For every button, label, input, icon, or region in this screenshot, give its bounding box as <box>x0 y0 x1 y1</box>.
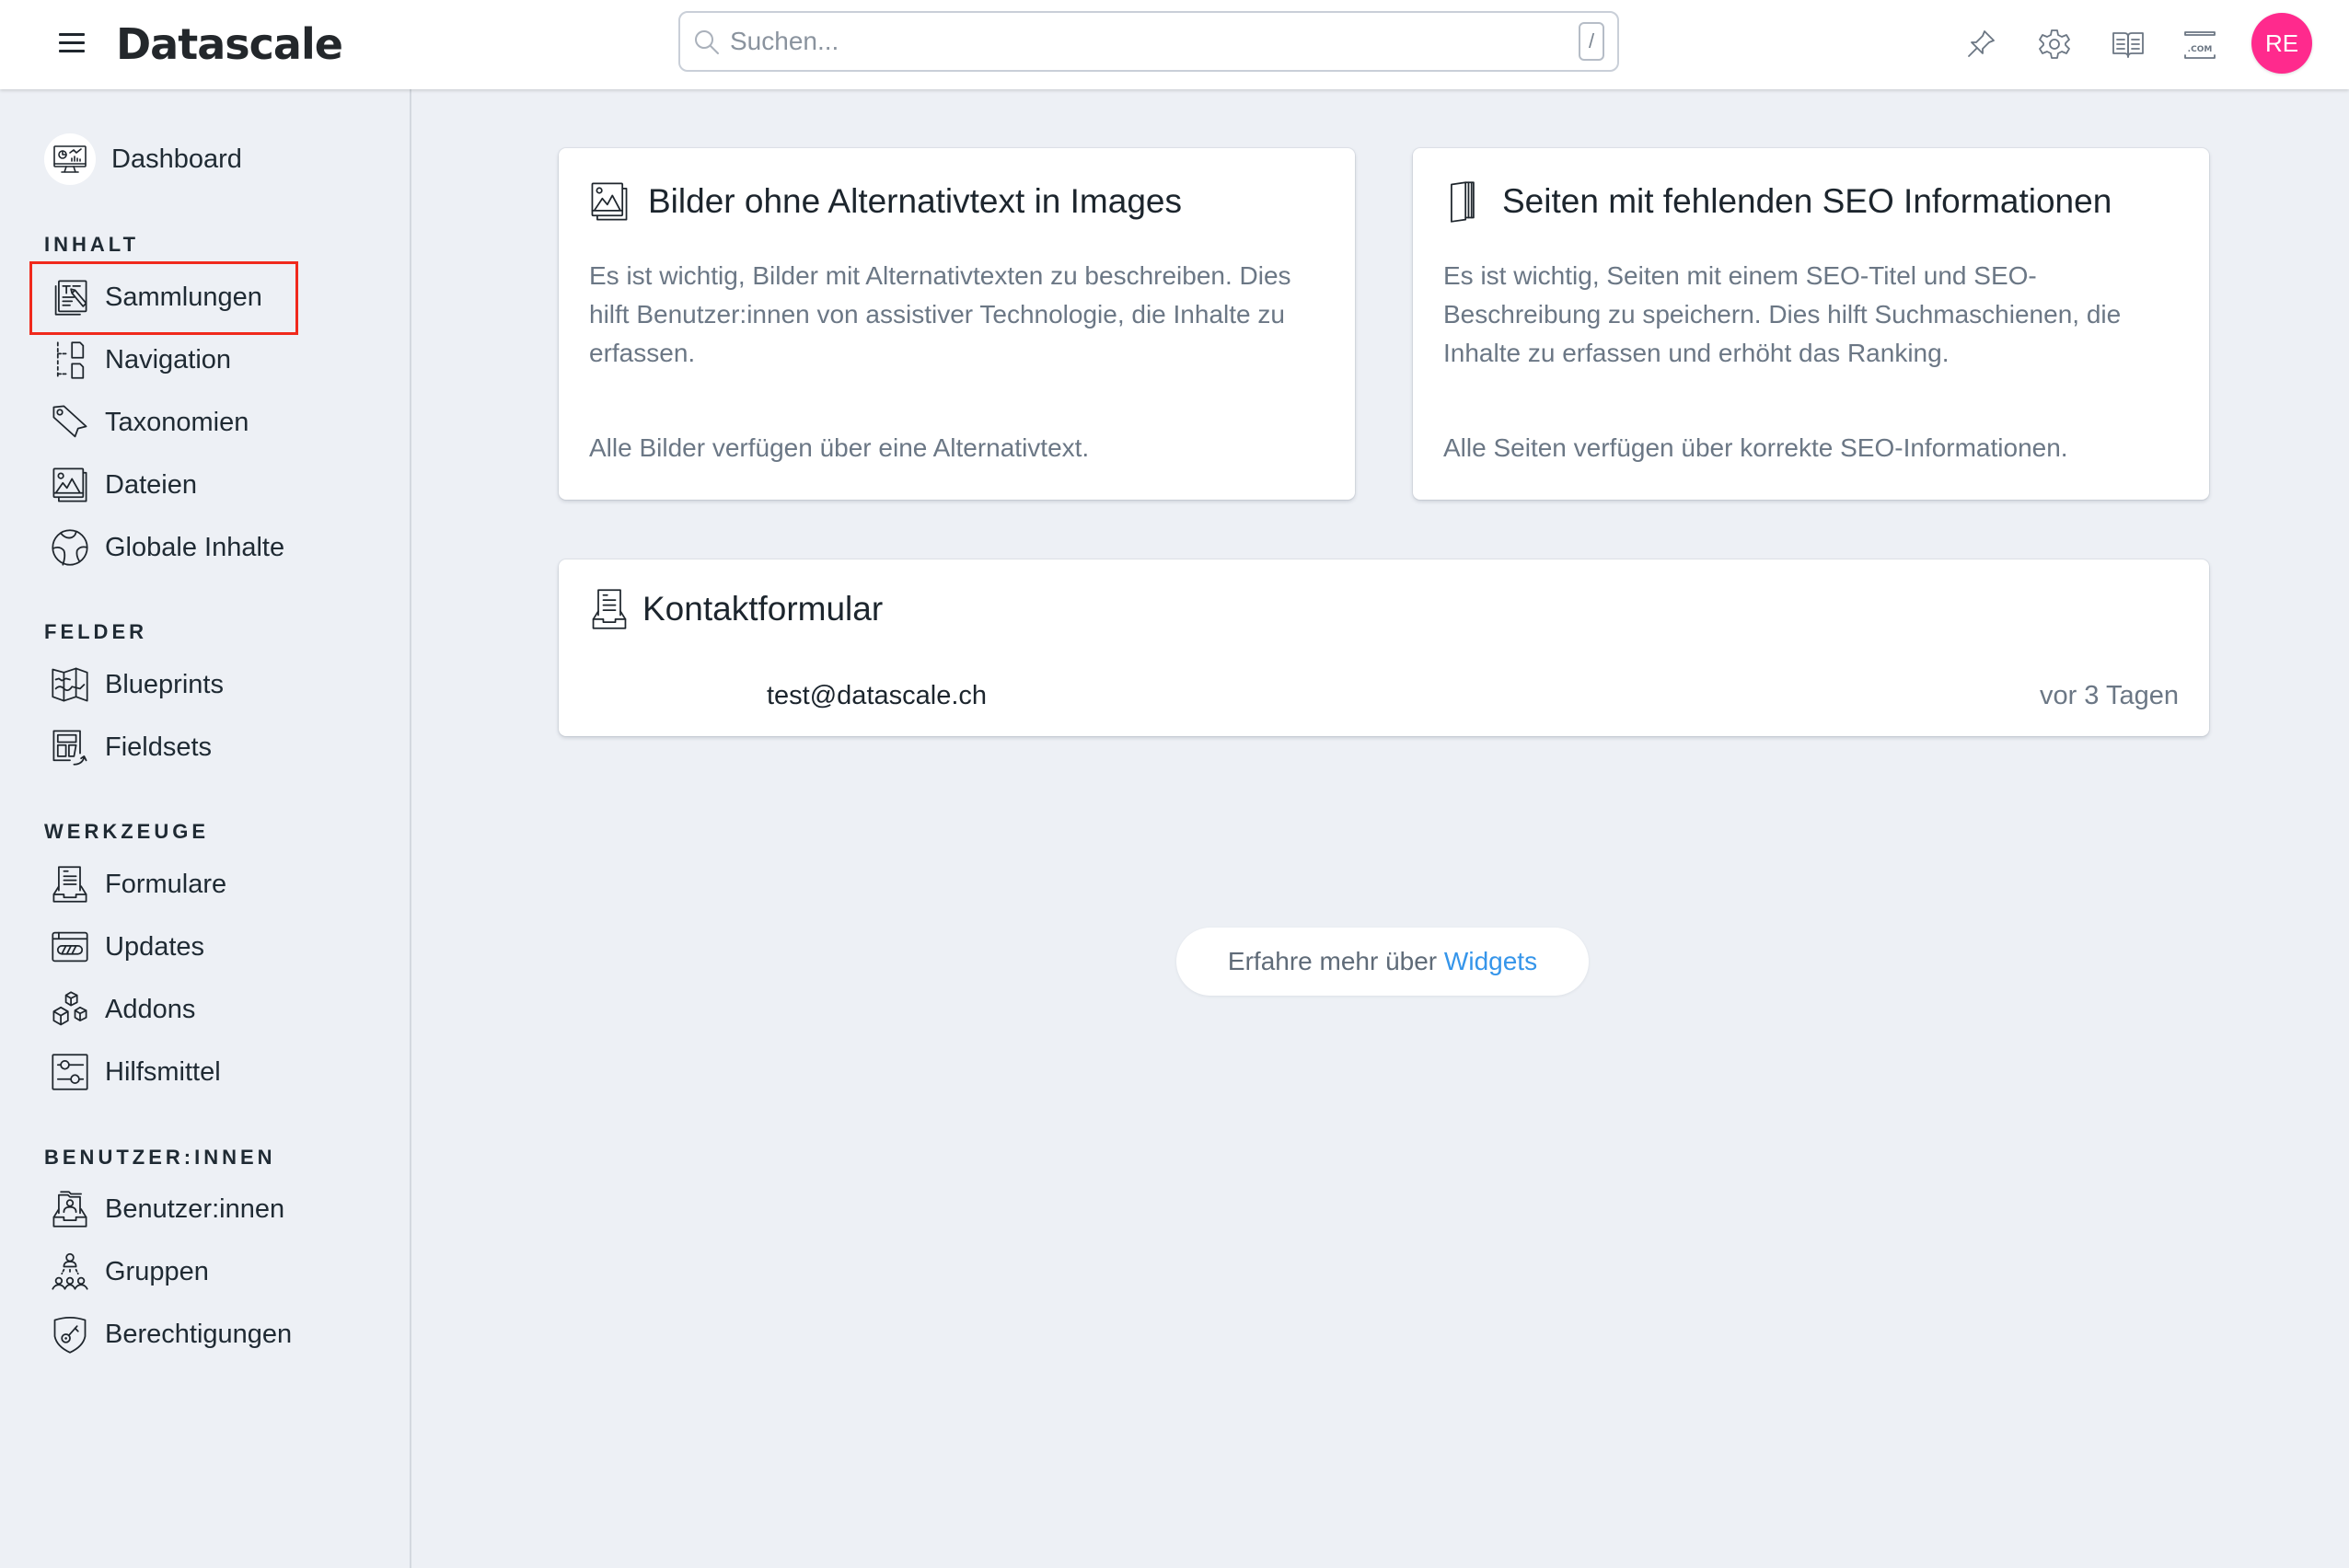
sidebar-item-addons[interactable]: Addons <box>44 982 348 1037</box>
widget-description: Es ist wichtig, Seiten mit einem SEO-Tit… <box>1443 261 2122 367</box>
map-icon <box>52 667 88 702</box>
updates-icon <box>52 931 88 963</box>
global-search[interactable]: / <box>678 11 1619 72</box>
tag-icon <box>52 405 87 438</box>
sidebar-item-label: Globale Inhalte <box>105 532 285 562</box>
sidebar-item-dashboard[interactable]: Dashboard <box>44 132 348 187</box>
sidebar-item-gruppen[interactable]: Gruppen <box>44 1244 348 1299</box>
hamburger-icon-line <box>59 33 85 36</box>
search-icon <box>695 30 719 54</box>
sidebar-item-dateien[interactable]: Dateien <box>44 457 348 513</box>
globe-icon <box>52 529 88 566</box>
sidebar-item-label: Addons <box>105 994 196 1024</box>
image-icon <box>591 182 628 221</box>
widget-description: Es ist wichtig, Bilder mit Alternativtex… <box>589 261 1291 367</box>
sidebar-item-label: Dashboard <box>111 144 242 174</box>
sidebar-section-werkzeuge: WERKZEUGE <box>44 820 209 843</box>
sidebar-item-sammlungen[interactable]: Sammlungen <box>44 270 348 325</box>
menu-toggle-button[interactable] <box>59 31 87 53</box>
pages-icon <box>1451 181 1475 223</box>
sidebar-item-updates[interactable]: Updates <box>44 919 348 974</box>
sidebar-item-navigation[interactable]: Navigation <box>44 332 348 387</box>
image-icon <box>52 467 87 502</box>
boxes-icon <box>52 991 87 1026</box>
sidebar-item-label: Formulare <box>105 869 227 899</box>
widget-card-contact-form: Kontaktformular test@datascale.ch vor 3 … <box>559 559 2209 736</box>
widget-header: Kontaktformular <box>589 587 883 631</box>
sidebar-item-label: Benutzer:innen <box>105 1193 285 1224</box>
search-input[interactable] <box>730 20 1540 63</box>
widget-title: Kontaktformular <box>642 590 884 628</box>
domain-icon[interactable]: .COM <box>2181 26 2218 63</box>
hamburger-icon-line <box>59 50 85 52</box>
form-inbox-icon <box>592 589 627 629</box>
sidebar-item-berechtigungen[interactable]: Berechtigungen <box>44 1307 348 1362</box>
submission-email[interactable]: test@datascale.ch <box>767 681 987 711</box>
sidebar-section-benutzer: BENUTZER:INNEN <box>44 1146 276 1169</box>
sidebar-item-formulare[interactable]: Formulare <box>44 857 348 912</box>
sidebar-item-blueprints[interactable]: Blueprints <box>44 657 348 712</box>
learn-more-widgets: Erfahre mehr über Widgets <box>1176 928 1589 996</box>
sidebar-item-benutzer[interactable]: Benutzer:innen <box>44 1182 348 1237</box>
group-icon <box>52 1252 88 1290</box>
widget-card-alt-text: Bilder ohne Alternativtext in Images Es … <box>559 148 1355 500</box>
svg-text:.COM: .COM <box>2188 45 2213 54</box>
widget-title: Bilder ohne Alternativtext in Images <box>648 182 1182 220</box>
navigation-icon <box>56 341 85 379</box>
widget-header: Seiten mit fehlenden SEO Informationen <box>1443 179 2112 224</box>
widget-status: Alle Bilder verfügen über eine Alternati… <box>589 433 1090 462</box>
sidebar-item-label: Hilfsmittel <box>105 1056 221 1087</box>
sidebar-item-label: Gruppen <box>105 1256 209 1286</box>
sidebar-item-label: Taxonomien <box>105 407 249 437</box>
sidebar-item-globale-inhalte[interactable]: Globale Inhalte <box>44 520 348 575</box>
user-avatar[interactable]: RE <box>2251 13 2312 74</box>
book-icon[interactable] <box>2110 26 2146 63</box>
sidebar-item-hilfsmittel[interactable]: Hilfsmittel <box>44 1044 348 1100</box>
widget-header: Bilder ohne Alternativtext in Images <box>589 179 1182 224</box>
widget-status: Alle Seiten verfügen über korrekte SEO-I… <box>1443 433 2068 462</box>
sidebar-item-label: Navigation <box>105 344 232 375</box>
learn-more-prefix: Erfahre mehr über <box>1227 947 1444 975</box>
dashboard-icon-badge <box>44 133 96 185</box>
sidebar-item-label: Berechtigungen <box>105 1319 293 1349</box>
widget-title: Seiten mit fehlenden SEO Informationen <box>1502 182 2112 220</box>
sidebar-section-inhalt: INHALT <box>44 233 140 256</box>
sidebar-item-label: Dateien <box>105 469 197 500</box>
collections-icon <box>54 280 87 316</box>
sidebar-item-label: Blueprints <box>105 669 224 699</box>
fieldset-icon <box>52 730 87 766</box>
sidebar-section-felder: FELDER <box>44 620 147 643</box>
hamburger-icon-line <box>59 41 85 44</box>
form-submission-row[interactable]: test@datascale.ch vor 3 Tagen <box>559 681 2209 721</box>
gear-icon[interactable] <box>2036 26 2073 63</box>
pin-icon[interactable] <box>1962 26 1999 63</box>
app-logo[interactable]: Datascale <box>116 18 343 70</box>
sidebar-item-taxonomien[interactable]: Taxonomien <box>44 395 348 450</box>
top-header: Datascale / .COM RE <box>0 0 2349 89</box>
sidebar-item-label: Sammlungen <box>105 282 262 312</box>
sidebar-item-fieldsets[interactable]: Fieldsets <box>44 720 348 775</box>
search-shortcut-hint: / <box>1579 22 1604 61</box>
sidebar-item-label: Updates <box>105 931 205 962</box>
sliders-icon <box>52 1054 88 1090</box>
form-inbox-icon <box>52 866 87 903</box>
widget-card-seo: Seiten mit fehlenden SEO Informationen E… <box>1413 148 2209 500</box>
user-inbox-icon <box>52 1191 87 1228</box>
widgets-docs-link[interactable]: Widgets <box>1444 947 1537 975</box>
submission-time: vor 3 Tagen <box>2039 681 2179 710</box>
sidebar-item-label: Fieldsets <box>105 732 213 762</box>
dashboard-monitor-icon <box>53 145 87 173</box>
shield-key-icon <box>53 1316 87 1354</box>
